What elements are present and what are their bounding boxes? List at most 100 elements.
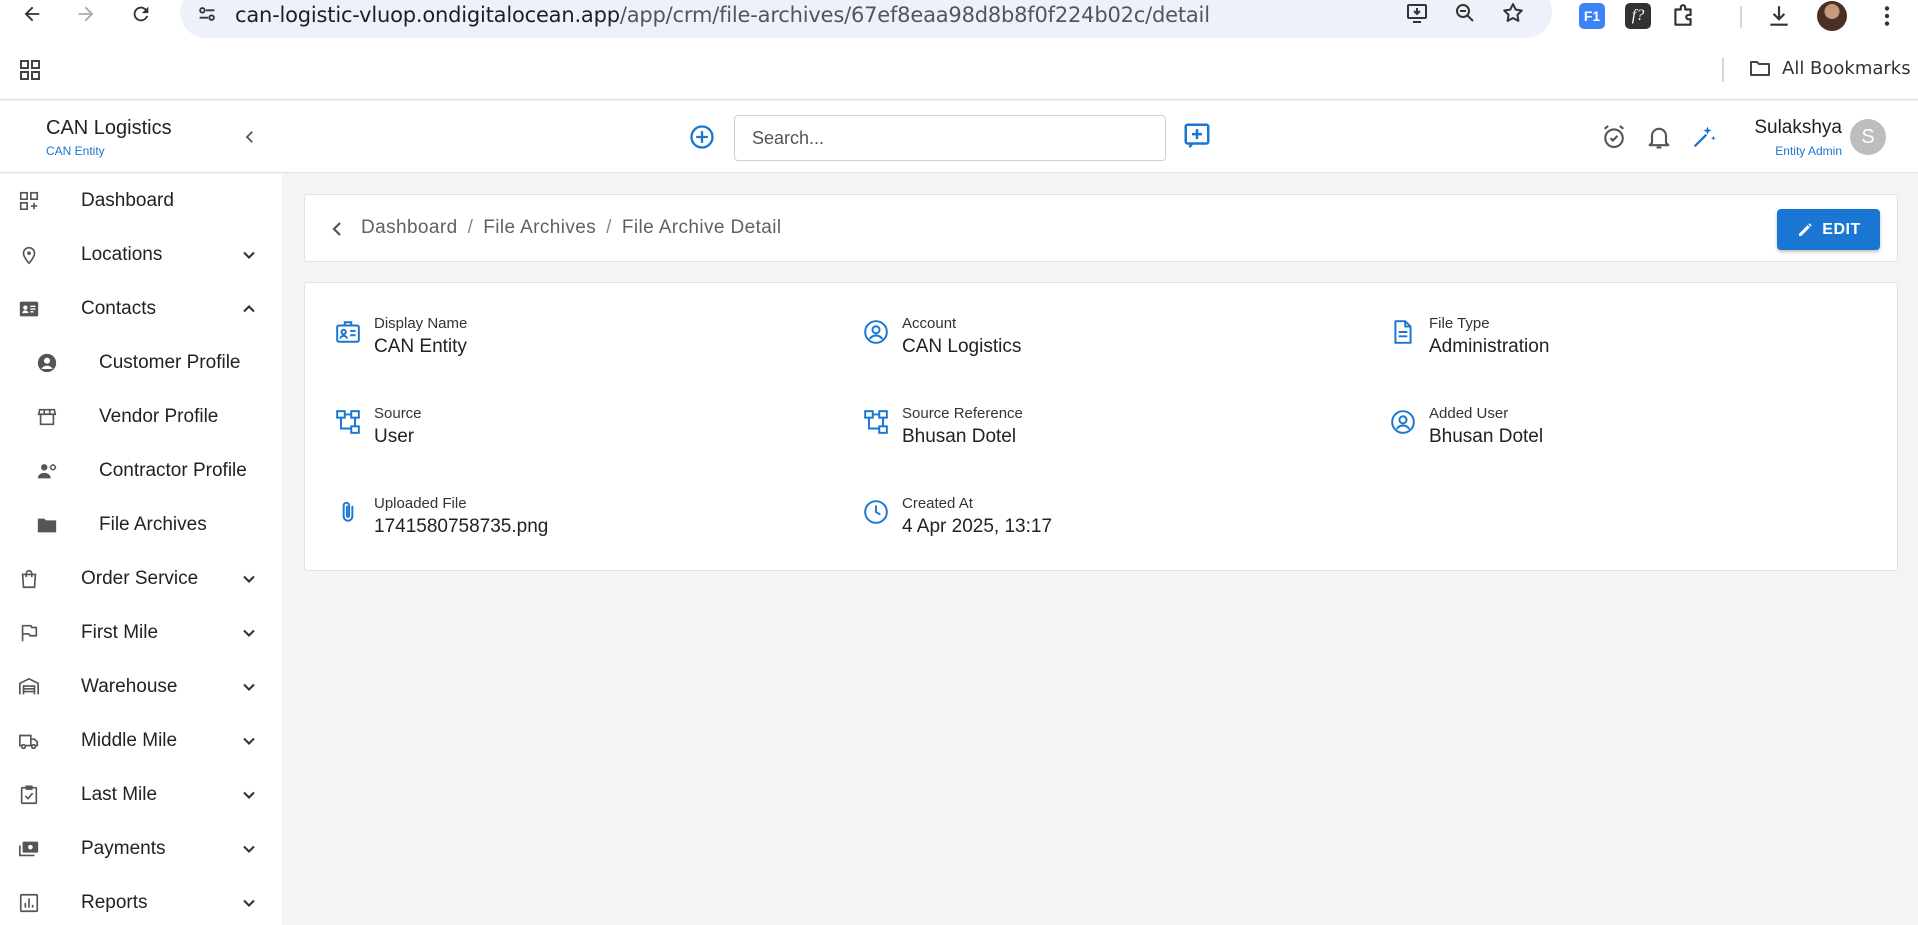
- zoom-button[interactable]: [1450, 0, 1480, 28]
- sidebar-item-vendor-profile[interactable]: Vendor Profile: [0, 390, 282, 444]
- sidebar-item-label: Dashboard: [81, 190, 174, 211]
- sidebar-item-file-archives[interactable]: File Archives: [0, 498, 282, 552]
- edit-button[interactable]: EDIT: [1777, 209, 1880, 250]
- search-field[interactable]: [734, 115, 1166, 161]
- profile-photo-icon: [1817, 1, 1847, 31]
- sidebar-item-order-service[interactable]: Order Service: [0, 552, 282, 606]
- chevron-down-icon: [243, 629, 255, 637]
- site-settings-icon[interactable]: [196, 3, 218, 25]
- field-label: Display Name: [374, 315, 468, 332]
- more-vertical-icon: [1884, 6, 1890, 26]
- sidebar-item-first-mile[interactable]: First Mile: [0, 606, 282, 660]
- shopping-bag-icon: [21, 569, 37, 589]
- chevron-left-icon: [245, 131, 253, 143]
- breadcrumb-link-file-archives[interactable]: File Archives: [483, 217, 596, 239]
- install-desktop-icon: [1407, 4, 1427, 23]
- sidebar-item-label: Payments: [81, 838, 166, 859]
- sidebar-item-last-mile[interactable]: Last Mile: [0, 768, 282, 822]
- add-box-icon[interactable]: [1182, 121, 1212, 151]
- profile-button[interactable]: [1815, 0, 1849, 32]
- browser-menu-button[interactable]: [1870, 0, 1904, 32]
- brand-title: CAN Logistics: [46, 117, 172, 139]
- sidebar-item-middle-mile[interactable]: Middle Mile: [0, 714, 282, 768]
- sidebar-item-warehouse[interactable]: Warehouse: [0, 660, 282, 714]
- extension-fx-icon: f?: [1625, 3, 1651, 29]
- search-input[interactable]: [735, 116, 1165, 160]
- bookmark-star-button[interactable]: [1498, 0, 1528, 28]
- sidebar-item-contacts[interactable]: Contacts: [0, 282, 282, 336]
- sidebar-item-label: Order Service: [81, 568, 199, 589]
- arrow-left-icon: [24, 6, 40, 22]
- chevron-left-icon[interactable]: [325, 217, 349, 241]
- file-archive-detail-card: Display Name CAN Entity Account CAN Logi…: [304, 282, 1898, 571]
- edit-button-label: EDIT: [1822, 220, 1861, 238]
- url-path: /app/crm/file-archives/67ef8eaa98d8b8f0f…: [619, 3, 1210, 27]
- extension-f1-icon: F1: [1579, 3, 1605, 29]
- reload-icon: [133, 6, 149, 22]
- sidebar-item-reports[interactable]: Reports: [0, 876, 282, 925]
- back-nav-button[interactable]: [14, 0, 50, 28]
- url-text[interactable]: can-logistic-vluop.ondigitalocean.app/ap…: [235, 3, 1210, 27]
- field-file-type: File Type Administration: [1390, 315, 1890, 375]
- document-icon: [1394, 320, 1412, 344]
- collapse-sidebar-button[interactable]: [236, 123, 264, 151]
- sidebar-item-label: Vendor Profile: [99, 406, 219, 427]
- sidebar-item-label: Middle Mile: [81, 730, 178, 751]
- forward-nav-button[interactable]: [68, 0, 104, 28]
- store-icon: [37, 408, 57, 426]
- reload-button[interactable]: [123, 0, 159, 28]
- field-value: CAN Logistics: [902, 336, 1022, 357]
- omnibox[interactable]: can-logistic-vluop.ondigitalocean.app/ap…: [180, 0, 1552, 38]
- extension-f1-button[interactable]: F1: [1575, 0, 1609, 32]
- bookmarks-bar: All Bookmarks: [0, 48, 1918, 90]
- app-header: CAN Logistics CAN Entity Sulakshya Entit…: [0, 101, 1918, 173]
- all-bookmarks-label: All Bookmarks: [1782, 57, 1911, 79]
- url-host: can-logistic-vluop.ondigitalocean.app: [235, 3, 620, 27]
- field-created-at: Created At 4 Apr 2025, 13:17: [863, 495, 1363, 555]
- breadcrumb-link-dashboard[interactable]: Dashboard: [361, 217, 458, 239]
- sidebar-item-locations[interactable]: Locations: [0, 228, 282, 282]
- sidebar-item-label: First Mile: [81, 622, 159, 643]
- chevron-down-icon: [243, 791, 255, 799]
- field-value: User: [374, 426, 415, 447]
- brand: CAN Logistics CAN Entity: [46, 117, 172, 158]
- clock-icon: [864, 500, 888, 524]
- field-uploaded-file: Uploaded File 1741580758735.png: [335, 495, 835, 555]
- extensions-button[interactable]: [1666, 0, 1700, 32]
- address-bar-row: can-logistic-vluop.ondigitalocean.app/ap…: [0, 0, 1918, 40]
- uploaded-file-link[interactable]: 1741580758735.png: [374, 516, 548, 538]
- sidebar-item-label: Locations: [81, 244, 163, 265]
- magic-wand-icon[interactable]: [1690, 123, 1718, 151]
- user-menu[interactable]: Sulakshya Entity Admin: [1722, 117, 1842, 158]
- field-value: CAN Entity: [374, 336, 467, 357]
- sidebar-item-customer-profile[interactable]: Customer Profile: [0, 336, 282, 390]
- avatar[interactable]: S: [1850, 119, 1886, 155]
- extension-fx-button[interactable]: f?: [1621, 0, 1655, 32]
- field-label: File Type: [1429, 315, 1490, 332]
- add-circle-icon[interactable]: [688, 123, 716, 151]
- sidebar-item-contractor-profile[interactable]: Contractor Profile: [0, 444, 282, 498]
- field-added-user: Added User Bhusan Dotel: [1390, 405, 1890, 465]
- sidebar-item-payments[interactable]: Payments: [0, 822, 282, 876]
- sidebar-item-label: Last Mile: [81, 784, 158, 805]
- truck-icon: [19, 734, 39, 750]
- account-circle-outline-icon: [1391, 410, 1415, 434]
- all-bookmarks-button[interactable]: All Bookmarks: [1748, 56, 1911, 80]
- engineer-icon: [37, 464, 57, 479]
- field-label: Account: [902, 315, 957, 332]
- downloads-button[interactable]: [1762, 0, 1796, 32]
- brand-subtitle: CAN Entity: [46, 144, 105, 158]
- star-icon: [1503, 3, 1523, 22]
- sidebar-item-label: File Archives: [99, 514, 207, 535]
- field-account: Account CAN Logistics: [863, 315, 1363, 375]
- user-role: Entity Admin: [1775, 144, 1842, 158]
- install-app-button[interactable]: [1402, 0, 1432, 28]
- chevron-down-icon: [243, 683, 255, 691]
- alarm-check-icon[interactable]: [1600, 123, 1628, 151]
- field-source: Source User: [335, 405, 835, 465]
- bell-icon[interactable]: [1645, 123, 1673, 151]
- sidebar-item-dashboard[interactable]: Dashboard: [0, 174, 282, 228]
- apps-grid-icon[interactable]: [18, 58, 42, 82]
- hierarchy-icon: [864, 410, 888, 434]
- account-circle-outline-icon: [864, 320, 888, 344]
